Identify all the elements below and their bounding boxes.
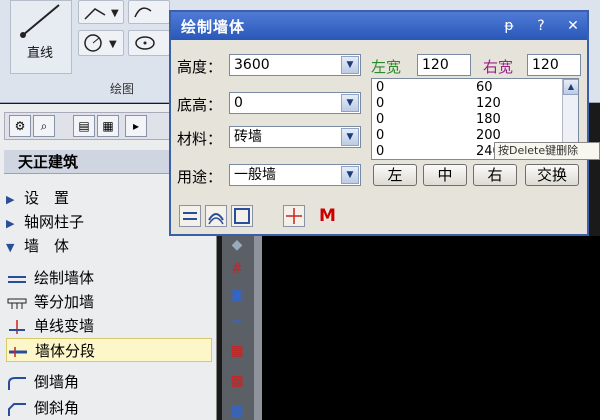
palette-book-icon[interactable]: ▤ bbox=[73, 115, 95, 137]
left-width-label: 左宽 bbox=[371, 58, 402, 76]
cmd-label: 等分加墙 bbox=[34, 293, 95, 311]
grid-axis-icon[interactable]: # bbox=[226, 260, 248, 278]
list-item[interactable]: 0 60 bbox=[376, 81, 546, 95]
list-item[interactable]: 0 180 bbox=[376, 113, 546, 127]
dialog-titlebar[interactable]: 绘制墙体 ᵽ ? ✕ bbox=[171, 12, 587, 40]
align-right-button[interactable]: 右 bbox=[473, 164, 517, 186]
m-label[interactable]: M bbox=[319, 206, 336, 226]
palette-search-icon[interactable]: ⌕ bbox=[33, 115, 55, 137]
line-tool-button[interactable] bbox=[10, 0, 72, 74]
cmd-label: 单线变墙 bbox=[34, 317, 95, 335]
align-center-button[interactable]: 中 bbox=[423, 164, 467, 186]
cmd-label: 倒斜角 bbox=[34, 399, 80, 417]
usage-combo[interactable]: 一般墙 ▼ bbox=[229, 164, 361, 186]
tree-item-label: 设 置 bbox=[24, 189, 70, 207]
cmd-line-to-wall[interactable]: 单线变墙 bbox=[6, 314, 212, 338]
help-icon[interactable]: ? bbox=[531, 16, 551, 36]
chevron-down-icon[interactable]: ▼ bbox=[341, 94, 359, 112]
tree-item-label: 轴网柱子 bbox=[24, 213, 85, 231]
height-value: 3600 bbox=[234, 57, 270, 73]
scroll-up-icon[interactable]: ▲ bbox=[563, 79, 578, 95]
delete-tooltip: 按Delete键删除 bbox=[494, 142, 600, 160]
straight-wall-icon[interactable] bbox=[179, 205, 201, 227]
cmd-fillet-wall[interactable]: 倒墙角 bbox=[6, 370, 212, 394]
cmd-label: 墙体分段 bbox=[35, 342, 96, 360]
palette-settings-icon[interactable]: ⚙ bbox=[9, 115, 31, 137]
expand-arrow-icon: ▶ bbox=[6, 193, 15, 206]
tree-item-label: 墙 体 bbox=[24, 237, 70, 255]
chamfer-wall-icon bbox=[8, 402, 26, 416]
tree-item-wall[interactable]: ▼ 墙 体 bbox=[6, 234, 212, 258]
rect-wall-icon[interactable] bbox=[231, 205, 253, 227]
arc-wall-icon[interactable] bbox=[205, 205, 227, 227]
right-width-label: 右宽 bbox=[483, 58, 514, 76]
cmd-chamfer-wall[interactable]: 倒斜角 bbox=[6, 396, 212, 420]
palette-grid-icon[interactable]: ▦ bbox=[97, 115, 119, 137]
circle-tool-button[interactable]: ▼ bbox=[78, 30, 124, 56]
divide-wall-icon bbox=[7, 298, 27, 309]
table-icon[interactable]: ▤ bbox=[226, 402, 248, 420]
dialog-title: 绘制墙体 bbox=[181, 18, 246, 36]
layer-icon[interactable]: ◆ bbox=[226, 236, 248, 254]
left-width-input[interactable]: 120 bbox=[417, 54, 471, 76]
wall-tool-icon[interactable]: ═ bbox=[226, 314, 248, 332]
list-item[interactable]: 0 200 bbox=[376, 129, 546, 143]
crosshair-pick-icon[interactable] bbox=[283, 205, 305, 227]
usage-label: 用途： bbox=[177, 168, 223, 186]
material-combo[interactable]: 砖墙 ▼ bbox=[229, 126, 361, 148]
area-calc-icon[interactable]: ▩ bbox=[226, 372, 248, 390]
height-combo[interactable]: 3600 ▼ bbox=[229, 54, 361, 76]
svg-text:▼: ▼ bbox=[111, 8, 119, 19]
palette-more-icon[interactable]: ▸ bbox=[125, 115, 147, 137]
circle-icon: ▼ bbox=[84, 34, 117, 52]
ellipse-icon bbox=[135, 36, 155, 50]
material-label: 材料： bbox=[177, 130, 223, 148]
material-value: 砖墙 bbox=[234, 129, 262, 145]
split-wall-icon bbox=[9, 346, 27, 357]
cmd-divide-wall[interactable]: 等分加墙 bbox=[6, 290, 212, 314]
line-tool-label: 直线 bbox=[26, 46, 53, 61]
align-left-button[interactable]: 左 bbox=[373, 164, 417, 186]
expand-arrow-icon: ▶ bbox=[6, 217, 15, 230]
height-label: 高度： bbox=[177, 58, 223, 76]
cmd-label: 倒墙角 bbox=[34, 373, 80, 391]
swap-button[interactable]: 交换 bbox=[525, 164, 579, 186]
chevron-down-icon[interactable]: ▼ bbox=[341, 128, 359, 146]
draw-wall-dialog: 绘制墙体 ᵽ ? ✕ 高度： 3600 ▼ 底高： 0 ▼ 材料： 砖墙 ▼ 用… bbox=[169, 10, 589, 236]
cmd-draw-wall[interactable]: 绘制墙体 bbox=[6, 266, 212, 290]
area-icon[interactable]: ▦ bbox=[226, 342, 248, 360]
pin-icon[interactable]: ᵽ bbox=[499, 16, 519, 36]
dialog-bottom-toolbar: M bbox=[173, 202, 585, 232]
list-item[interactable]: 0 120 bbox=[376, 97, 546, 111]
column-icon[interactable]: ▣ bbox=[226, 286, 248, 304]
base-height-combo[interactable]: 0 ▼ bbox=[229, 92, 361, 114]
usage-value: 一般墙 bbox=[234, 167, 276, 183]
fillet-wall-icon bbox=[8, 376, 26, 390]
line-icon bbox=[20, 4, 60, 38]
chevron-down-icon[interactable]: ▼ bbox=[341, 56, 359, 74]
close-icon[interactable]: ✕ bbox=[563, 16, 583, 36]
polyline-icon: ▼ bbox=[84, 8, 119, 20]
polyline-tool-button[interactable]: ▼ bbox=[78, 0, 124, 24]
draw-wall-icon bbox=[8, 275, 26, 283]
arc-tool-button[interactable] bbox=[128, 0, 170, 24]
base-height-label: 底高： bbox=[177, 96, 223, 114]
vertical-toolbar: ◆ # ▣ ═ ▦ ▩ ▤ bbox=[222, 232, 254, 420]
line-to-wall-icon bbox=[9, 319, 25, 334]
base-height-value: 0 bbox=[234, 95, 243, 111]
cmd-label: 绘制墙体 bbox=[34, 269, 95, 287]
arc-icon bbox=[134, 7, 152, 18]
cmd-split-wall[interactable]: 墙体分段 bbox=[6, 338, 212, 362]
collapse-arrow-icon: ▼ bbox=[6, 241, 15, 254]
drawing-canvas[interactable] bbox=[262, 236, 600, 420]
chevron-down-icon[interactable]: ▼ bbox=[341, 166, 359, 184]
ellipse-tool-button[interactable] bbox=[128, 30, 170, 56]
right-width-input[interactable]: 120 bbox=[527, 54, 581, 76]
svg-text:▼: ▼ bbox=[109, 39, 117, 50]
ribbon-group-label: 绘图 bbox=[109, 82, 134, 96]
